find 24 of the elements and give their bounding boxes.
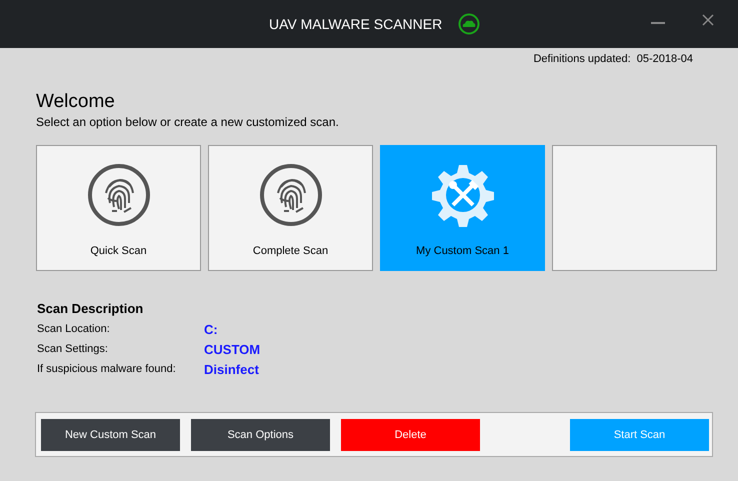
section-title: Scan Description	[37, 301, 144, 316]
gear-tools-icon	[430, 163, 494, 227]
field-value: Disinfect	[204, 362, 259, 376]
field-label: Scan Location:	[37, 323, 111, 335]
action-button[interactable]: Scan Options	[191, 418, 330, 450]
field-value: CUSTOM	[204, 342, 260, 356]
scan-tile[interactable]: Complete Scan	[208, 145, 373, 271]
cloud-logo-icon	[458, 13, 480, 35]
field-value: C:	[204, 322, 218, 336]
welcome-heading: Welcome	[36, 91, 116, 113]
fingerprint-icon	[86, 163, 150, 227]
window-title: UAV MALWARE SCANNER	[269, 16, 442, 32]
fingerprint-icon	[258, 163, 322, 227]
field-label: If suspicious malware found:	[37, 363, 177, 375]
scan-tile[interactable]: Quick Scan	[36, 145, 201, 271]
scan-tile[interactable]: My Custom Scan 1	[380, 145, 545, 271]
field-label: Scan Settings:	[37, 343, 109, 355]
action-button[interactable]: New Custom Scan	[41, 418, 180, 450]
definitions-label: Definitions updated:	[533, 53, 631, 67]
definitions-date: 05-2018-04	[636, 53, 693, 67]
instruction-text: Select an option below or create a new customized scan.	[36, 115, 340, 129]
close-button[interactable]	[701, 13, 715, 27]
scan-tile[interactable]	[552, 145, 717, 271]
action-button[interactable]: Delete	[341, 418, 480, 450]
